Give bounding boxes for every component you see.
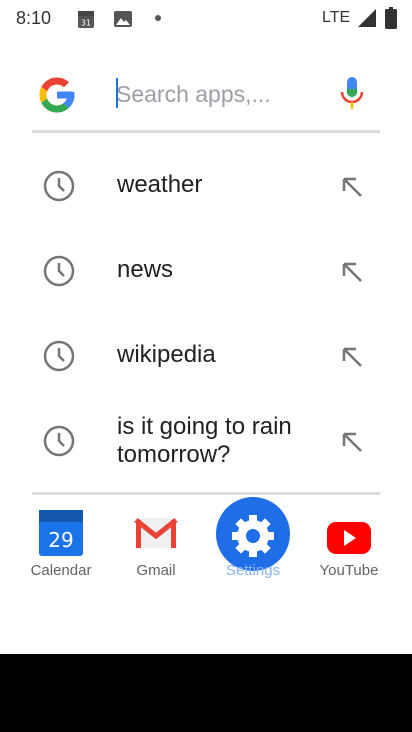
status-bar: 8:10 31 LTE (0, 0, 412, 40)
insert-query-arrow-icon[interactable] (337, 171, 367, 201)
gmail-app-icon (134, 518, 178, 548)
insert-query-arrow-icon[interactable] (337, 256, 367, 286)
app-label: YouTube (319, 562, 379, 579)
suggestion-item[interactable]: wikipedia (0, 313, 412, 398)
history-clock-icon (43, 340, 75, 372)
search-divider (32, 130, 380, 133)
app-youtube[interactable]: YouTube (303, 500, 395, 590)
signal-icon (358, 9, 376, 27)
notification-dot (155, 15, 161, 21)
calendar-notification-day: 31 (81, 19, 91, 28)
insert-query-arrow-icon[interactable] (337, 341, 367, 371)
suggestion-text-line-1: is it going to rain (117, 413, 292, 440)
text-cursor (116, 78, 118, 108)
calendar-app-icon: 29 (39, 510, 83, 556)
suggestion-item[interactable]: is it going to rain tomorrow? (0, 398, 412, 488)
suggestion-item[interactable]: news (0, 228, 412, 313)
calendar-app-day: 29 (48, 528, 73, 552)
list-divider (32, 492, 380, 495)
navigation-bar (0, 654, 412, 732)
status-time: 8:10 (16, 8, 52, 28)
suggestion-text: wikipedia (117, 341, 216, 368)
app-label: Gmail (136, 562, 176, 579)
google-logo-icon (39, 77, 75, 113)
history-clock-icon (43, 255, 75, 287)
search-bar (32, 62, 380, 134)
suggestion-text: news (117, 256, 174, 283)
suggestion-item[interactable]: weather (0, 143, 412, 228)
youtube-app-icon (327, 522, 371, 554)
history-clock-icon (43, 170, 75, 202)
gear-icon (232, 515, 274, 557)
app-gmail[interactable]: Gmail (110, 500, 202, 590)
app-settings[interactable]: Settings (207, 500, 299, 590)
app-label: Settings (225, 562, 281, 579)
search-input[interactable] (116, 76, 316, 112)
mic-icon[interactable] (338, 76, 366, 112)
suggestion-text-line-2: tomorrow? (117, 441, 231, 468)
insert-query-arrow-icon[interactable] (337, 426, 367, 456)
history-clock-icon (43, 425, 75, 457)
app-calendar[interactable]: 29 Calendar (15, 500, 107, 590)
app-label: Calendar (30, 562, 92, 579)
calendar-notification-icon: 31 (78, 11, 94, 28)
battery-icon (385, 7, 397, 29)
network-type: LTE (322, 9, 351, 26)
suggestion-text: weather (117, 171, 203, 198)
photos-notification-icon (114, 11, 132, 27)
